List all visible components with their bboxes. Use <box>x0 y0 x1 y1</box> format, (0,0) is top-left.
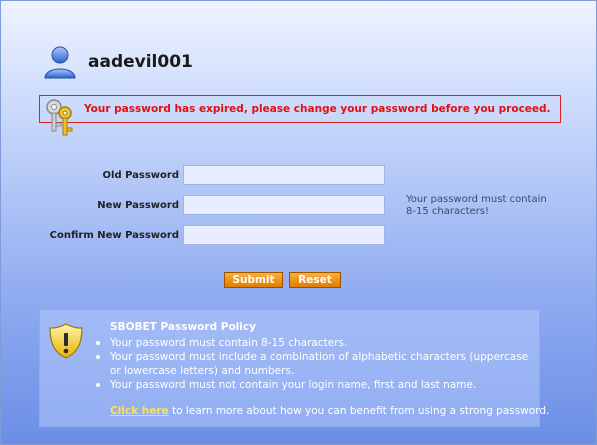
new-password-input[interactable] <box>183 195 385 215</box>
policy-link-suffix: to learn more about how you can benefit … <box>168 405 550 417</box>
policy-link-line: Click here to learn more about how you c… <box>110 405 549 417</box>
policy-list: Your password must contain 8-15 characte… <box>96 336 536 392</box>
password-hint: Your password must contain 8-15 characte… <box>406 194 547 217</box>
confirm-password-input[interactable] <box>183 225 385 245</box>
old-password-input[interactable] <box>183 165 385 185</box>
policy-title: SBOBET Password Policy <box>110 321 256 333</box>
submit-button[interactable]: Submit <box>224 272 283 288</box>
new-password-label: New Password <box>97 200 179 211</box>
alert-message: Your password has expired, please change… <box>84 103 551 115</box>
username: aadevil001 <box>88 52 193 72</box>
warning-shield-icon <box>49 323 83 359</box>
policy-item: Your password must contain 8-15 characte… <box>96 336 536 350</box>
old-password-label: Old Password <box>102 170 179 181</box>
confirm-password-label: Confirm New Password <box>49 230 179 241</box>
policy-item: Your password must not contain your logi… <box>96 378 536 392</box>
reset-button[interactable]: Reset <box>289 272 341 288</box>
keys-icon <box>46 99 73 136</box>
learn-more-link[interactable]: Click here <box>110 405 169 417</box>
policy-item: Your password must include a combination… <box>96 350 536 378</box>
user-icon <box>44 46 76 79</box>
